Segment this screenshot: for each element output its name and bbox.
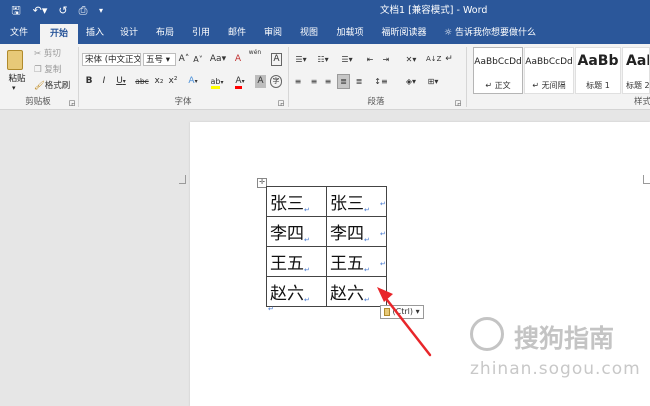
arrow-shaft [382,294,432,357]
watermark-logo-icon [470,317,504,351]
arrow-head [377,287,393,302]
watermark-url: zhinan.sogou.com [470,359,641,379]
watermark-name: 搜狗指南 [514,324,615,353]
